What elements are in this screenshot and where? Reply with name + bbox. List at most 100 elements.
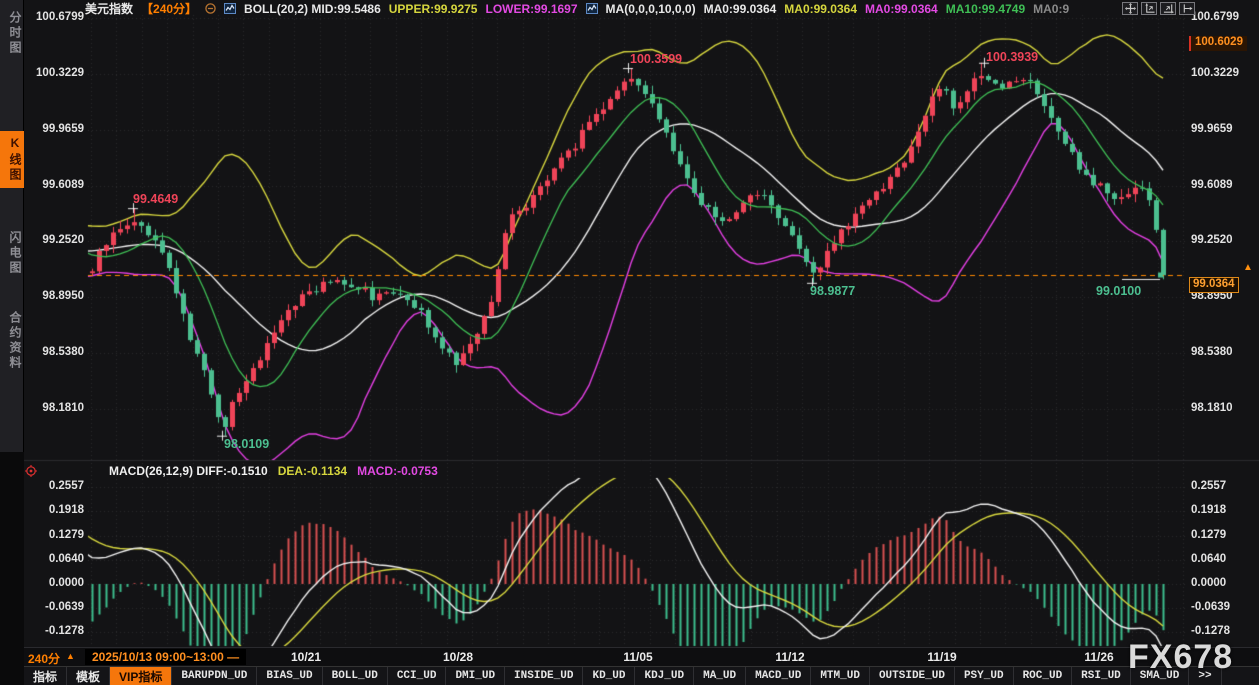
macd-crosshair-icon[interactable] [25,465,37,477]
header-value: 【240分】 [141,0,197,17]
axis-tick-label: 100.3229 [1191,67,1253,79]
sidebar-item-1[interactable]: 分时图 [0,6,24,61]
axis-tick-label: 98.5380 [22,346,84,358]
header-value: MA0:99.0364 [704,2,777,16]
indicator-chart-icon[interactable] [586,3,598,14]
toolbar-item[interactable]: KD_UD [583,667,635,685]
axis-tick-label: -0.1278 [22,625,84,637]
axis-tick-label: 99.6089 [1191,179,1253,191]
axis-tick-label: 99.2520 [1191,234,1253,246]
axis-tick-label: 98.5380 [1191,346,1253,358]
date-label: 11/05 [623,650,652,664]
price-annotation: 100.3939 [986,50,1038,64]
macd-header: MACD(26,12,9) DIFF:-0.1510 DEA:-0.1134 MAC… [25,464,438,478]
period-label[interactable]: 240分 [28,650,60,667]
axis-tick-label: 0.1918 [22,504,84,516]
header-value: MA10:99.4749 [946,2,1025,16]
sidebar: 分时图 K线图闪电图合约资料 [0,0,24,685]
toolbar-item[interactable]: 模板 [67,667,110,685]
sidebar-item-3[interactable]: 闪电图 [0,226,24,281]
toolbar-item[interactable]: ROC_UD [1014,667,1073,685]
axis-tick-label: 100.6799 [22,11,84,23]
axis-scale-right-icon[interactable] [1160,2,1176,15]
minus-circle-icon[interactable] [205,3,216,14]
price-annotation: 98.0109 [224,437,269,451]
toolbar-item[interactable]: 指标 [24,667,67,685]
sidebar-item-4[interactable]: 合约资料 [0,306,24,376]
date-label: 11/12 [775,650,804,664]
axis-tick-label: 0.1279 [1191,529,1253,541]
header-value: 美元指数 [85,0,133,17]
axis-tick-label: 0.1918 [1191,504,1253,516]
axis-tick-label: 99.9659 [22,123,84,135]
header-value: MA0:99.0364 [784,2,857,16]
date-label: 10/21 [291,650,321,664]
date-label: 11/19 [927,650,956,664]
axis-tick-label: 98.1810 [1191,402,1253,414]
axis-tick-label: -0.0639 [22,601,84,613]
watermark: FX678 [1128,638,1233,677]
sidebar-item-2[interactable]: K线图 [0,131,24,188]
toolbar-item[interactable]: VIP指标 [110,667,172,685]
header-value: UPPER:99.9275 [389,2,478,16]
pan-icon[interactable] [1122,2,1138,15]
price-annotation: 99.4649 [133,192,178,206]
toolbar-item[interactable]: OUTSIDE_UD [870,667,955,685]
toolbar-item[interactable]: MACD_UD [746,667,811,685]
axis-tick-label: 0.2557 [1191,480,1253,492]
axis-scale-left-icon[interactable] [1141,2,1157,15]
price-annotation: 98.9877 [810,284,855,298]
header-value: MA0:9 [1033,2,1069,16]
axis-tick-label: 98.1810 [22,402,84,414]
toolbar-item[interactable]: BIAS_UD [257,667,322,685]
header-value: LOWER:99.1697 [485,2,577,16]
session-high-badge: 100.6029 [1189,36,1247,51]
chart-canvas[interactable] [0,0,1259,685]
xaxis-row: 240分 ▲ 2025/10/13 09:00~13:00 — 10/21 10/… [24,647,1259,666]
toolbar-item[interactable]: PSY_UD [955,667,1014,685]
axis-tick-label: 0.0000 [1191,577,1253,589]
axis-tick-label: 100.6799 [1191,11,1253,23]
axis-tick-label: 0.0640 [22,553,84,565]
last-price-badge: 99.0364 [1189,277,1239,293]
price-up-arrow-icon: ▲ [1243,262,1253,273]
price-annotation: 99.0100 [1096,284,1141,298]
toolbar-item[interactable]: INSIDE_UD [505,667,583,685]
axis-tick-label: 99.6089 [22,179,84,191]
toolbar-item[interactable]: KDJ_UD [635,667,694,685]
macd-value: MACD(26,12,9) DIFF:-0.1510 [109,464,268,478]
axis-tick-label: 100.3229 [22,67,84,79]
toolbar-item[interactable]: CCI_UD [388,667,447,685]
macd-value: MACD:-0.0753 [357,464,438,478]
toolbar-item[interactable]: DMI_UD [446,667,505,685]
header-value: BOLL(20,2) MID:99.5486 [244,2,381,16]
indicator-toolbar: 指标模板VIP指标BARUPDN_UDBIAS_UDBOLL_UDCCI_UDD… [24,666,1259,685]
trading-app: 分时图 K线图闪电图合约资料 美元指数【240分】 BOLL(20,2) MID:9… [0,0,1259,685]
axis-tick-label: 0.0640 [1191,553,1253,565]
period-arrow-icon[interactable]: ▲ [66,651,75,661]
axis-tick-label: -0.1278 [1191,625,1253,637]
toolbar-item[interactable]: MTM_UD [811,667,870,685]
toolbar-item[interactable]: BOLL_UD [323,667,388,685]
axis-tick-label: 0.0000 [22,577,84,589]
axis-tick-label: 0.1279 [22,529,84,541]
axis-tick-label: 0.2557 [22,480,84,492]
axis-tick-label: 99.9659 [1191,123,1253,135]
header-value: MA0:99.0364 [865,2,938,16]
toolbar-item[interactable]: RSI_UD [1072,667,1131,685]
shift-right-icon[interactable] [1179,2,1195,15]
axis-tick-label: -0.0639 [1191,601,1253,613]
macd-value: DEA:-0.1134 [278,464,347,478]
indicator-header: 美元指数【240分】 BOLL(20,2) MID:99.5486 UPPER:99… [85,1,1069,16]
bar-range-label: 2025/10/13 09:00~13:00 — [85,649,246,665]
toolbar-item[interactable]: MA_UD [694,667,746,685]
date-label: 11/26 [1084,650,1113,664]
window-controls [1122,2,1195,15]
price-annotation: 100.3599 [630,52,682,66]
toolbar-item[interactable]: BARUPDN_UD [172,667,257,685]
header-value: MA(0,0,0,10,0,0) [606,2,696,16]
date-label: 10/28 [443,650,473,664]
axis-tick-label: 99.2520 [22,234,84,246]
axis-tick-label: 98.8950 [22,290,84,302]
indicator-chart-icon[interactable] [224,3,236,14]
